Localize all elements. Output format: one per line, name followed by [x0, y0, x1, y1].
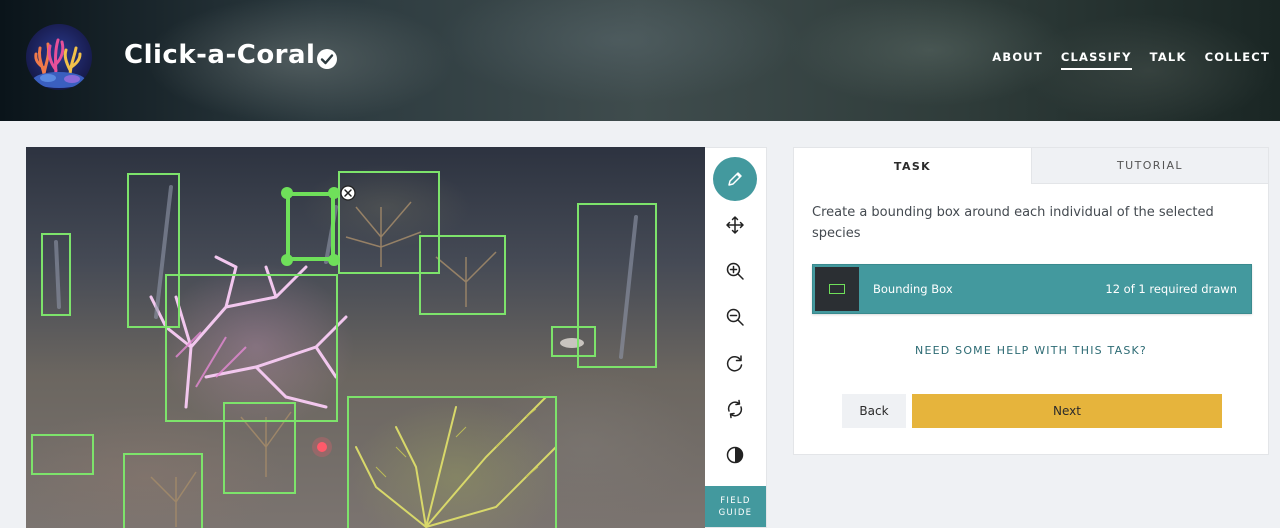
nav-talk[interactable]: TALK [1150, 50, 1187, 70]
tool-option-count: 12 of 1 required drawn [1105, 282, 1237, 296]
selected-annotation-box[interactable] [286, 192, 335, 261]
project-header: Click-a-Coral ABOUT CLASSIFY TALK COLLEC… [0, 0, 1280, 121]
tool-option-label: Bounding Box [873, 282, 953, 296]
reset-button[interactable] [713, 387, 757, 431]
reset-icon [727, 399, 743, 419]
subject-image-viewer[interactable] [26, 147, 705, 528]
project-logo[interactable] [26, 24, 92, 90]
invert-icon [726, 446, 744, 464]
task-tabs: TASK TUTORIAL [794, 148, 1268, 184]
back-button[interactable]: Back [842, 394, 906, 428]
resize-handle[interactable] [281, 187, 293, 199]
field-guide-button[interactable]: FIELD GUIDE [705, 486, 766, 527]
bounding-box-tool-option[interactable]: Bounding Box 12 of 1 required drawn [812, 264, 1252, 314]
annotation-box[interactable] [41, 233, 71, 316]
annotation-box[interactable] [31, 434, 94, 475]
annotation-box[interactable] [165, 274, 338, 422]
nav-collect[interactable]: COLLECT [1205, 50, 1270, 70]
field-guide-label: GUIDE [718, 508, 753, 518]
zoom-out-icon [726, 308, 744, 326]
zoom-in-icon [726, 262, 744, 280]
project-title[interactable]: Click-a-Coral [124, 40, 315, 70]
annotation-box[interactable] [223, 402, 296, 494]
task-panel: TASK TUTORIAL Create a bounding box arou… [793, 147, 1269, 455]
project-nav: ABOUT CLASSIFY TALK COLLECT [992, 50, 1270, 70]
rotate-icon [726, 355, 743, 372]
delete-annotation-icon[interactable] [340, 185, 356, 201]
tab-tutorial[interactable]: TUTORIAL [1031, 148, 1268, 184]
field-guide-label: FIELD [720, 496, 751, 506]
annotation-box[interactable] [419, 235, 506, 315]
zoom-in-button[interactable] [713, 249, 757, 293]
move-icon [726, 216, 744, 234]
rotate-button[interactable] [713, 341, 757, 385]
resize-handle[interactable] [328, 187, 340, 199]
image-toolbar: FIELD GUIDE [705, 147, 767, 528]
draw-tool-button[interactable] [713, 157, 757, 201]
rectangle-icon [815, 267, 859, 311]
resize-handle[interactable] [328, 254, 340, 266]
pencil-icon [728, 172, 742, 186]
annotation-box[interactable] [347, 396, 557, 528]
tab-task[interactable]: TASK [794, 148, 1031, 184]
annotation-box[interactable] [123, 453, 203, 528]
nav-about[interactable]: ABOUT [992, 50, 1043, 70]
move-tool-button[interactable] [713, 203, 757, 247]
resize-handle[interactable] [281, 254, 293, 266]
task-help-link[interactable]: NEED SOME HELP WITH THIS TASK? [794, 344, 1268, 357]
task-instruction: Create a bounding box around each indivi… [812, 205, 1214, 241]
nav-classify[interactable]: CLASSIFY [1060, 50, 1132, 70]
next-button[interactable]: Next [912, 394, 1222, 428]
invert-button[interactable] [713, 433, 757, 477]
check-circle-icon [317, 49, 337, 69]
annotation-box[interactable] [551, 326, 596, 357]
zoom-out-button[interactable] [713, 295, 757, 339]
